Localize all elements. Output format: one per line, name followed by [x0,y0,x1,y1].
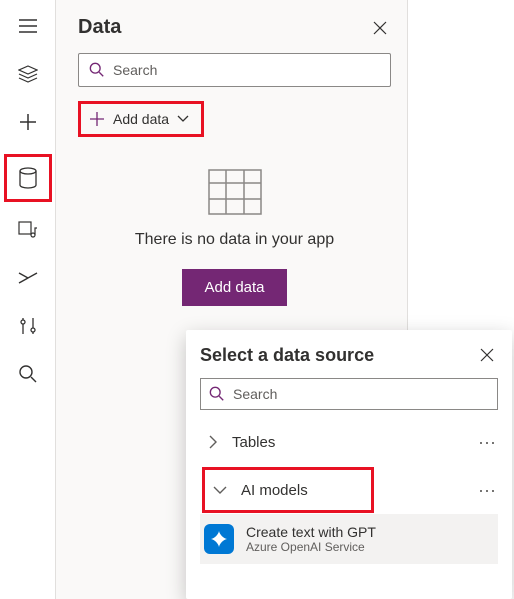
ai-models-more-button[interactable]: ··· [478,480,496,501]
empty-state: There is no data in your app Add data [78,169,391,306]
tables-label: Tables [232,434,464,451]
close-popup-button[interactable] [476,344,498,366]
popup-search-input[interactable] [233,386,489,402]
tables-more-button[interactable]: ··· [478,432,496,453]
data-button[interactable] [18,167,38,189]
gpt-item[interactable]: Create text with GPT Azure OpenAI Servic… [200,514,498,564]
panel-search-input[interactable] [113,62,380,78]
ai-models-label: AI models [241,482,371,499]
popup-title: Select a data source [200,345,374,366]
chevron-down-icon [213,485,227,495]
sparkle-icon [210,530,228,548]
empty-message: There is no data in your app [135,231,334,249]
flows-icon [18,270,38,286]
plus-icon [19,113,37,131]
tools-icon [19,316,37,336]
chevron-right-icon [208,435,218,449]
search-icon [209,386,225,402]
add-data-button[interactable]: Add data [182,269,286,306]
gpt-item-texts: Create text with GPT Azure OpenAI Servic… [246,524,376,554]
hamburger-icon [19,19,37,33]
nav-rail [0,0,56,599]
panel-header: Data [78,16,391,39]
search-button[interactable] [6,354,50,394]
hamburger-button[interactable] [6,6,50,46]
plus-icon [89,111,105,127]
add-data-dropdown[interactable]: Add data [78,101,204,137]
flows-button[interactable] [6,258,50,298]
azure-openai-icon [204,524,234,554]
popup-header: Select a data source [200,344,498,366]
chevron-down-icon [177,115,189,123]
data-source-popup: Select a data source Tables ··· AI model… [186,330,512,599]
search-icon [19,365,37,383]
table-icon [208,169,262,215]
add-data-label: Add data [113,111,169,127]
ai-models-highlight: AI models [202,467,374,513]
media-icon [18,221,38,239]
popup-search[interactable] [200,378,498,410]
gpt-item-title: Create text with GPT [246,524,376,540]
close-icon [480,348,494,362]
insert-button[interactable] [6,102,50,142]
database-icon [18,167,38,189]
media-button[interactable] [6,210,50,250]
gpt-item-subtitle: Azure OpenAI Service [246,540,376,554]
close-panel-button[interactable] [369,17,391,39]
panel-search[interactable] [78,53,391,87]
tables-section[interactable]: Tables ··· [200,418,498,466]
layers-icon [18,65,38,83]
tree-view-button[interactable] [6,54,50,94]
tools-button[interactable] [6,306,50,346]
panel-title: Data [78,16,121,39]
data-button-highlight [4,154,52,202]
close-icon [373,21,387,35]
search-icon [89,62,105,78]
ai-models-section[interactable]: AI models ··· [200,466,498,514]
